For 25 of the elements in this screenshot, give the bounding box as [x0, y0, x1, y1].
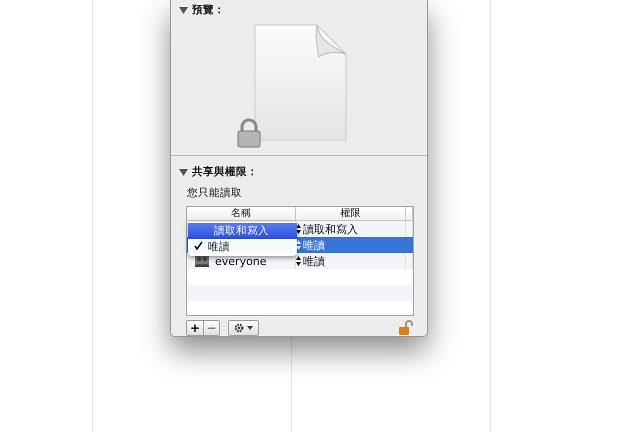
gear-icon — [232, 323, 254, 333]
stepper-icon[interactable] — [296, 256, 301, 266]
remove-button[interactable]: − — [203, 321, 219, 335]
disclosure-triangle-icon[interactable] — [179, 6, 188, 14]
menu-item[interactable]: 唯讀 — [188, 239, 297, 255]
user-name: everyone — [215, 254, 267, 268]
add-button[interactable]: + — [187, 321, 203, 335]
lock-icon — [237, 118, 261, 148]
permission-value: 讀取和寫入 — [303, 222, 358, 236]
section-title: 預覽： — [192, 3, 225, 17]
group-icon — [195, 255, 209, 267]
menu-item-label: 讀取和寫入 — [213, 224, 269, 238]
column-header[interactable]: 權限 — [296, 207, 406, 220]
table-row[interactable]: everyone 唯讀 — [187, 253, 413, 269]
padlock-icon[interactable] — [398, 320, 414, 336]
section-title: 共享與權限： — [192, 165, 258, 179]
menu-item[interactable]: 讀取和寫入 — [188, 223, 297, 239]
permission-value: 唯讀 — [303, 254, 325, 268]
permission-note: 您只能讀取 — [187, 186, 243, 201]
action-menu-button[interactable] — [228, 320, 259, 336]
menu-item-label: 唯讀 — [208, 240, 230, 254]
permission-value: 唯讀 — [303, 238, 325, 252]
disclosure-triangle-icon[interactable] — [179, 168, 188, 176]
document-icon — [253, 24, 347, 142]
column-header[interactable]: 名稱 — [187, 207, 296, 220]
